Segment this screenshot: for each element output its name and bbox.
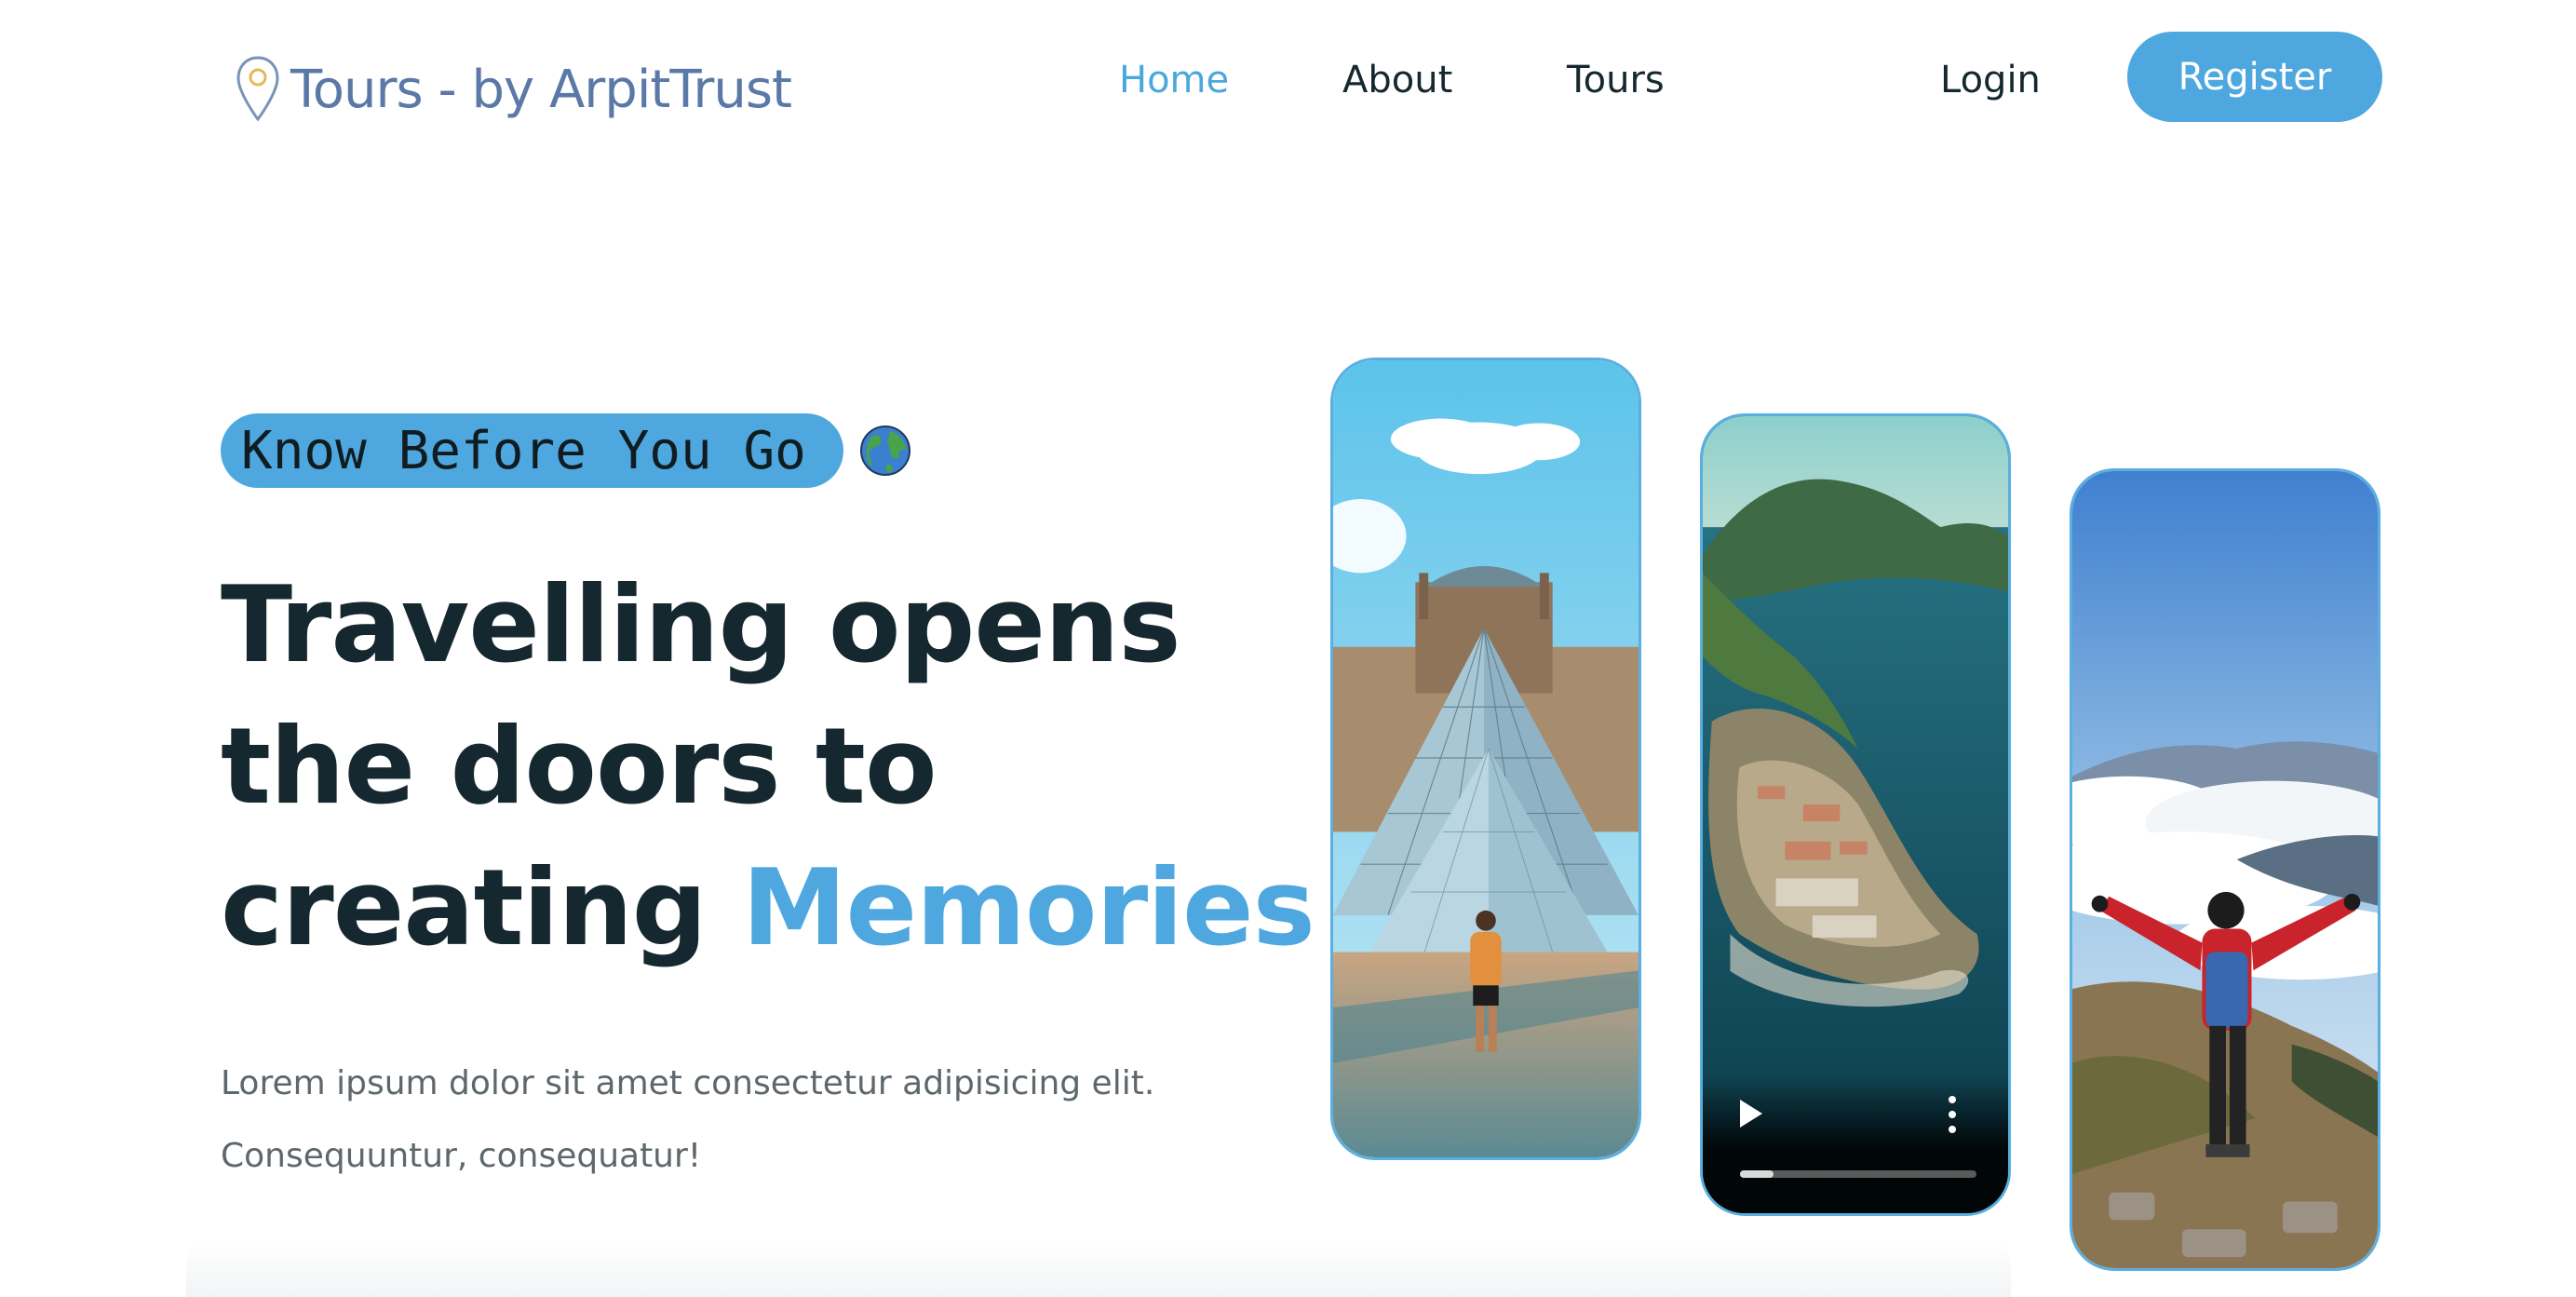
play-icon[interactable]: [1740, 1100, 1762, 1128]
headline-line-2: the doors to: [221, 705, 937, 828]
video-progress-bar[interactable]: [1740, 1170, 1976, 1178]
nav-about-link[interactable]: About: [1342, 59, 1452, 101]
headline-accent: Memories: [742, 846, 1315, 969]
logo-text: Tours - by ArpitTrust: [290, 59, 792, 120]
video-controls: [1703, 1074, 2008, 1213]
gallery-card-louvre[interactable]: [1330, 358, 1641, 1160]
hero-description: Lorem ipsum dolor sit amet consectetur a…: [221, 1047, 1245, 1193]
location-pin-icon: [236, 56, 279, 122]
hero-headline: Travelling opens the doors to creating M…: [221, 554, 1315, 979]
nav-home-link[interactable]: Home: [1119, 59, 1229, 101]
headline-line-3: creating: [221, 846, 743, 969]
louvre-photo: [1333, 360, 1639, 1157]
globe-icon: [859, 426, 910, 476]
headline-line-1: Travelling opens: [221, 563, 1181, 686]
gallery-card-hiker[interactable]: [2070, 468, 2380, 1271]
video-progress-fill: [1740, 1170, 1774, 1178]
hiker-photo: [2072, 471, 2378, 1268]
more-vertical-icon[interactable]: [1949, 1096, 1956, 1133]
tagline-row: Know Before You Go: [221, 413, 912, 488]
next-section-edge: [186, 1238, 2011, 1297]
register-button[interactable]: Register: [2127, 32, 2382, 122]
gallery-card-island-video[interactable]: [1700, 413, 2011, 1216]
nav-tours-link[interactable]: Tours: [1567, 59, 1665, 101]
description-line-2: Consequuntur, consequatur!: [221, 1137, 702, 1175]
tagline-badge: Know Before You Go: [221, 413, 843, 488]
description-line-1: Lorem ipsum dolor sit amet consectetur a…: [221, 1064, 1155, 1102]
logo[interactable]: Tours - by ArpitTrust: [235, 52, 792, 127]
login-button[interactable]: Login: [1940, 50, 2041, 110]
page: Tours - by ArpitTrust Home About Tours L…: [0, 0, 2576, 1297]
